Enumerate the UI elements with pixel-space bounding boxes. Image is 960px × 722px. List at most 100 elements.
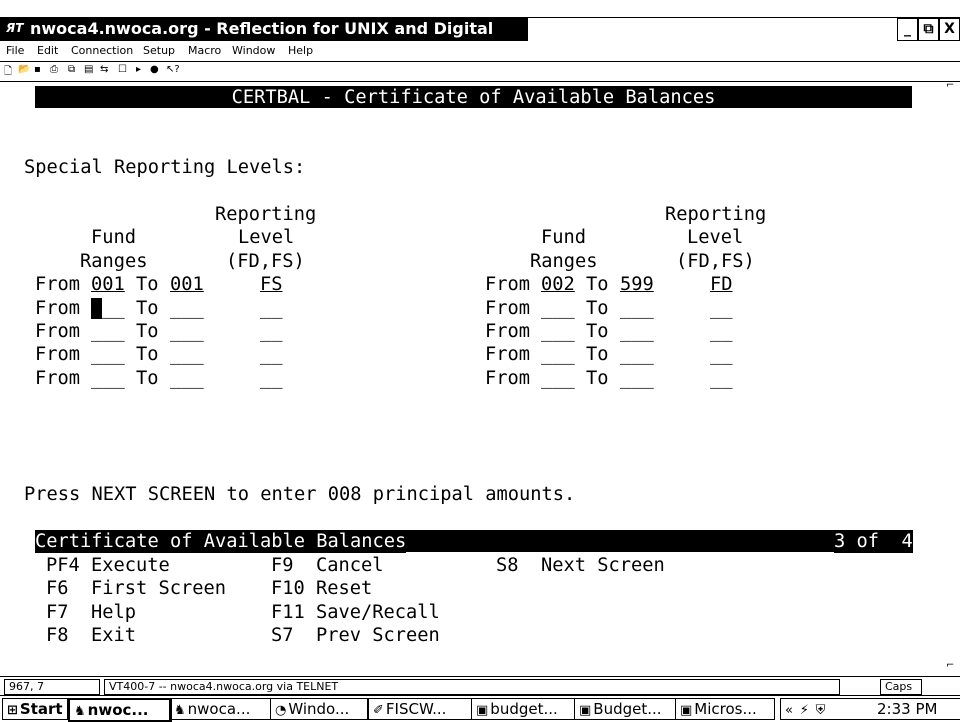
menu-macro[interactable]: Macro: [188, 44, 221, 57]
title-bar[interactable]: ЯT nwoca4.nwoca.org - Reflection for UNI…: [0, 17, 528, 41]
task-windows[interactable]: ◔ Windo...: [270, 698, 368, 720]
left-from-field-2[interactable]: ___: [91, 297, 125, 320]
menu-connection[interactable]: Connection: [71, 44, 133, 57]
to-label: To: [586, 344, 609, 365]
task-budget-2[interactable]: ▣ Budget...: [574, 698, 676, 720]
left-to-field-1[interactable]: 001: [170, 273, 204, 296]
task-microsoft[interactable]: ▣ Micros...: [675, 698, 775, 720]
tray-expand-icon[interactable]: «: [785, 703, 793, 718]
key-f8-exit[interactable]: F8 Exit: [46, 624, 136, 647]
app-icon[interactable]: ЯT: [6, 21, 23, 35]
connect-icon[interactable]: ⇆: [100, 64, 108, 75]
key-f6-first-screen[interactable]: F6 First Screen: [46, 577, 226, 600]
right-from-field-1[interactable]: 002: [541, 273, 575, 296]
key-f10-reset[interactable]: F10 Reset: [271, 577, 372, 600]
toolbar: 🗋 📂 ▪ ⎙ ⧉ ▤ ⇆ ☐ ▸ ● ↖?: [0, 61, 960, 82]
task-label: FISCW...: [385, 700, 447, 718]
clock[interactable]: 2:33 PM: [877, 699, 937, 719]
right-from-field-5[interactable]: ___: [541, 367, 575, 390]
restore-button[interactable]: ⧉: [918, 18, 939, 41]
window-icon: ▣: [680, 703, 693, 718]
menu-setup[interactable]: Setup: [143, 44, 175, 57]
reflection-icon: ♞: [174, 703, 186, 718]
menu-bar: File Edit Connection Setup Macro Window …: [0, 42, 960, 60]
start-label: Start: [19, 700, 63, 718]
menu-file[interactable]: File: [6, 44, 24, 57]
right-level-field-2[interactable]: __: [710, 297, 733, 320]
left-level-header: Level: [238, 227, 295, 248]
right-from-field-3[interactable]: ___: [541, 320, 575, 343]
left-to-field-4[interactable]: ___: [170, 343, 204, 366]
left-level-field-2[interactable]: __: [260, 297, 283, 320]
key-s7-prev-screen[interactable]: S7 Prev Screen: [271, 624, 440, 647]
right-level-header: Level: [687, 227, 744, 248]
help-icon[interactable]: ↖?: [166, 64, 180, 75]
left-level-field-3[interactable]: __: [260, 320, 283, 343]
left-to-field-2[interactable]: ___: [170, 297, 204, 320]
left-from-field-5[interactable]: ___: [91, 367, 125, 390]
start-button[interactable]: ⊞ Start: [2, 698, 68, 720]
scroll-down-marker[interactable]: ⌐: [946, 660, 954, 671]
left-to-field-5[interactable]: ___: [170, 367, 204, 390]
window-title: nwoca4.nwoca.org - Reflection for UNIX a…: [30, 19, 494, 38]
minimize-button[interactable]: _: [897, 18, 918, 41]
right-level-field-4[interactable]: __: [710, 343, 733, 366]
new-icon[interactable]: 🗋: [4, 64, 12, 81]
left-level-field-1[interactable]: FS: [260, 273, 283, 296]
right-from-field-4[interactable]: ___: [541, 343, 575, 366]
task-nwoca[interactable]: ♞ nwoca...: [169, 698, 271, 720]
menu-window[interactable]: Window: [232, 44, 275, 57]
record-icon[interactable]: ●: [150, 64, 159, 75]
right-level-field-3[interactable]: __: [710, 320, 733, 343]
from-label: From: [35, 274, 81, 295]
left-ranges-header: Ranges: [80, 251, 148, 272]
key-pf4-execute[interactable]: PF4 Execute: [46, 554, 170, 577]
menu-edit[interactable]: Edit: [37, 44, 58, 57]
key-f7-help[interactable]: F7 Help: [46, 601, 136, 624]
paste-icon[interactable]: ▤: [84, 64, 93, 75]
from-label: From: [485, 344, 531, 365]
footer-title: Certificate of Available Balances: [35, 530, 407, 553]
right-level-field-5[interactable]: __: [710, 367, 733, 390]
right-to-field-2[interactable]: ___: [620, 297, 654, 320]
from-label: From: [485, 321, 531, 342]
close-button[interactable]: X: [939, 18, 960, 41]
left-from-field-1[interactable]: 001: [91, 273, 125, 296]
setup-icon[interactable]: ☐: [118, 64, 127, 75]
key-f11-save-recall[interactable]: F11 Save/Recall: [271, 601, 440, 624]
caps-indicator: Caps: [880, 679, 922, 695]
task-budget-1[interactable]: ▣ budget...: [471, 698, 575, 720]
right-level-field-1[interactable]: FD: [710, 273, 733, 296]
to-label: To: [136, 298, 159, 319]
key-f9-cancel[interactable]: F9 Cancel: [271, 554, 384, 577]
from-label: From: [35, 321, 81, 342]
task-nwoc-active[interactable]: ♞ nwoc...: [68, 698, 172, 722]
task-fiscw[interactable]: ✐ FISCW...: [368, 698, 472, 720]
scroll-up-marker[interactable]: ⌐: [946, 80, 954, 91]
save-icon[interactable]: ▪: [34, 64, 41, 75]
left-level-field-4[interactable]: __: [260, 343, 283, 366]
left-to-field-3[interactable]: ___: [170, 320, 204, 343]
open-icon[interactable]: 📂: [18, 64, 30, 75]
key-s8-next-screen[interactable]: S8 Next Screen: [496, 554, 665, 577]
right-level-codes: (FD,FS): [676, 251, 755, 272]
cursor-position: 967, 7: [4, 679, 100, 695]
tray-network-icon[interactable]: ⚡: [800, 703, 809, 718]
right-to-field-3[interactable]: ___: [620, 320, 654, 343]
tray-shield-icon[interactable]: ⛨: [816, 703, 826, 718]
connection-status: VT400-7 -- nwoca4.nwoca.org via TELNET: [104, 679, 840, 695]
left-from-field-3[interactable]: ___: [91, 320, 125, 343]
print-icon[interactable]: ⎙: [50, 64, 58, 75]
left-from-field-4[interactable]: ___: [91, 343, 125, 366]
right-to-field-5[interactable]: ___: [620, 367, 654, 390]
copy-icon[interactable]: ⧉: [68, 64, 75, 75]
right-from-field-2[interactable]: ___: [541, 297, 575, 320]
play-icon[interactable]: ▸: [136, 64, 141, 75]
right-to-field-1[interactable]: 599: [620, 273, 654, 296]
left-level-field-5[interactable]: __: [260, 367, 283, 390]
left-fund-header: Fund: [91, 227, 137, 248]
taskbar: ⊞ Start ♞ nwoc... ♞ nwoca... ◔ Windo... ✐ FIS…: [0, 695, 960, 722]
left-reporting-header: Reporting: [215, 204, 317, 225]
right-to-field-4[interactable]: ___: [620, 343, 654, 366]
menu-help[interactable]: Help: [288, 44, 313, 57]
